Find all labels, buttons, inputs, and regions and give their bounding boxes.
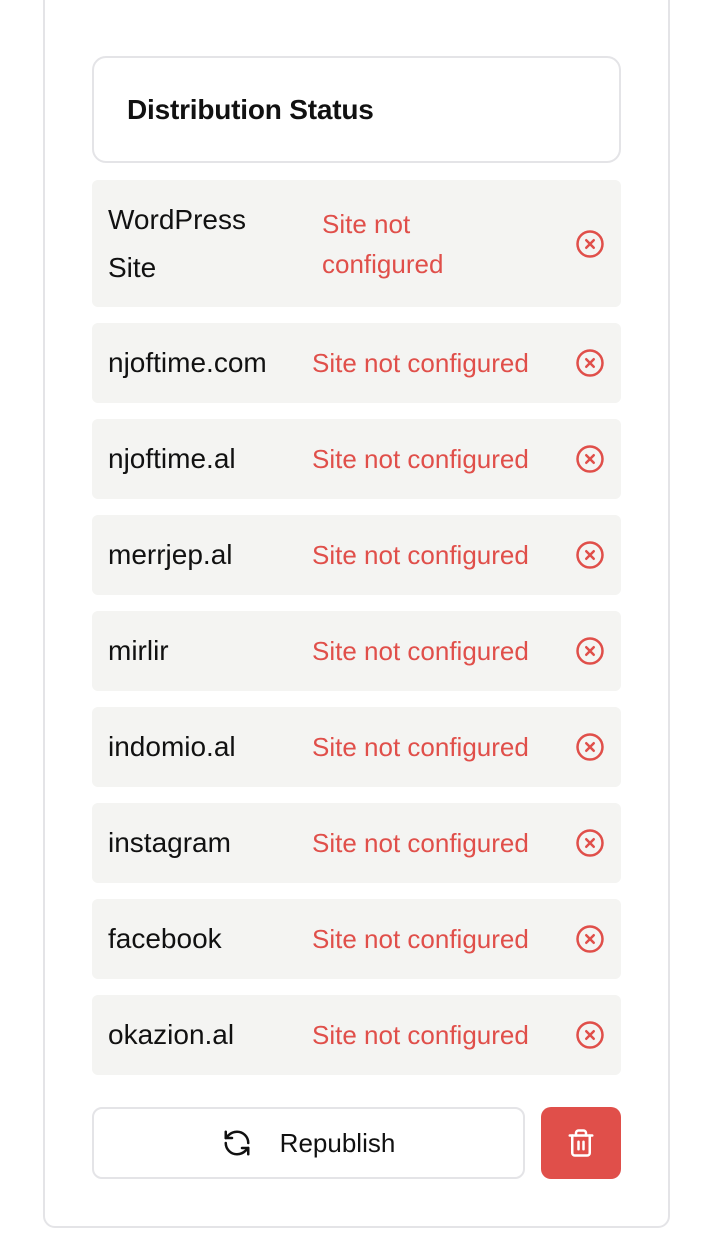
list-item: WordPress Site Site not configured <box>92 180 621 307</box>
page-title: Distribution Status <box>127 93 374 125</box>
site-name: njoftime.com <box>108 347 267 378</box>
site-name: facebook <box>108 923 222 954</box>
distribution-list: WordPress Site Site not configured njoft… <box>92 180 621 1091</box>
list-item: mirlir Site not configured <box>92 611 621 691</box>
action-bar: Republish <box>92 1107 621 1179</box>
status-text: Site not configured <box>312 1020 529 1050</box>
status-text: Site not configured <box>312 828 529 858</box>
trash-icon <box>568 1129 594 1157</box>
x-circle-icon <box>576 733 604 761</box>
status-text: Site not configured <box>312 636 529 666</box>
list-item: merrjep.al Site not configured <box>92 515 621 595</box>
x-circle-icon <box>576 637 604 665</box>
status-text: Site not configured <box>312 540 529 570</box>
x-circle-icon <box>576 829 604 857</box>
list-item: indomio.al Site not configured <box>92 707 621 787</box>
x-circle-icon <box>576 445 604 473</box>
x-circle-icon <box>576 349 604 377</box>
site-name: mirlir <box>108 635 169 666</box>
list-item: instagram Site not configured <box>92 803 621 883</box>
status-text: Site not configured <box>312 732 529 762</box>
site-name: njoftime.al <box>108 443 236 474</box>
list-item: njoftime.al Site not configured <box>92 419 621 499</box>
x-circle-icon <box>576 1021 604 1049</box>
list-item: njoftime.com Site not configured <box>92 323 621 403</box>
status-text: Site not configured <box>312 348 529 378</box>
status-text: Site not configured <box>312 924 529 954</box>
site-name: okazion.al <box>108 1019 235 1050</box>
site-name: WordPress Site <box>108 203 246 283</box>
x-circle-icon <box>576 541 604 569</box>
delete-button[interactable] <box>541 1107 621 1179</box>
x-circle-icon <box>576 229 604 258</box>
site-name: instagram <box>108 827 231 858</box>
list-item: facebook Site not configured <box>92 899 621 979</box>
refresh-icon <box>224 1130 250 1156</box>
site-name: indomio.al <box>108 731 236 762</box>
status-text: Site not configured <box>312 444 529 474</box>
republish-button[interactable]: Republish <box>92 1107 525 1179</box>
site-name: merrjep.al <box>108 539 233 570</box>
republish-label: Republish <box>279 1127 396 1158</box>
list-item: okazion.al Site not configured <box>92 995 621 1075</box>
distribution-header: Distribution Status <box>92 56 621 163</box>
x-circle-icon <box>576 925 604 953</box>
status-text: Site not configured <box>322 208 444 279</box>
